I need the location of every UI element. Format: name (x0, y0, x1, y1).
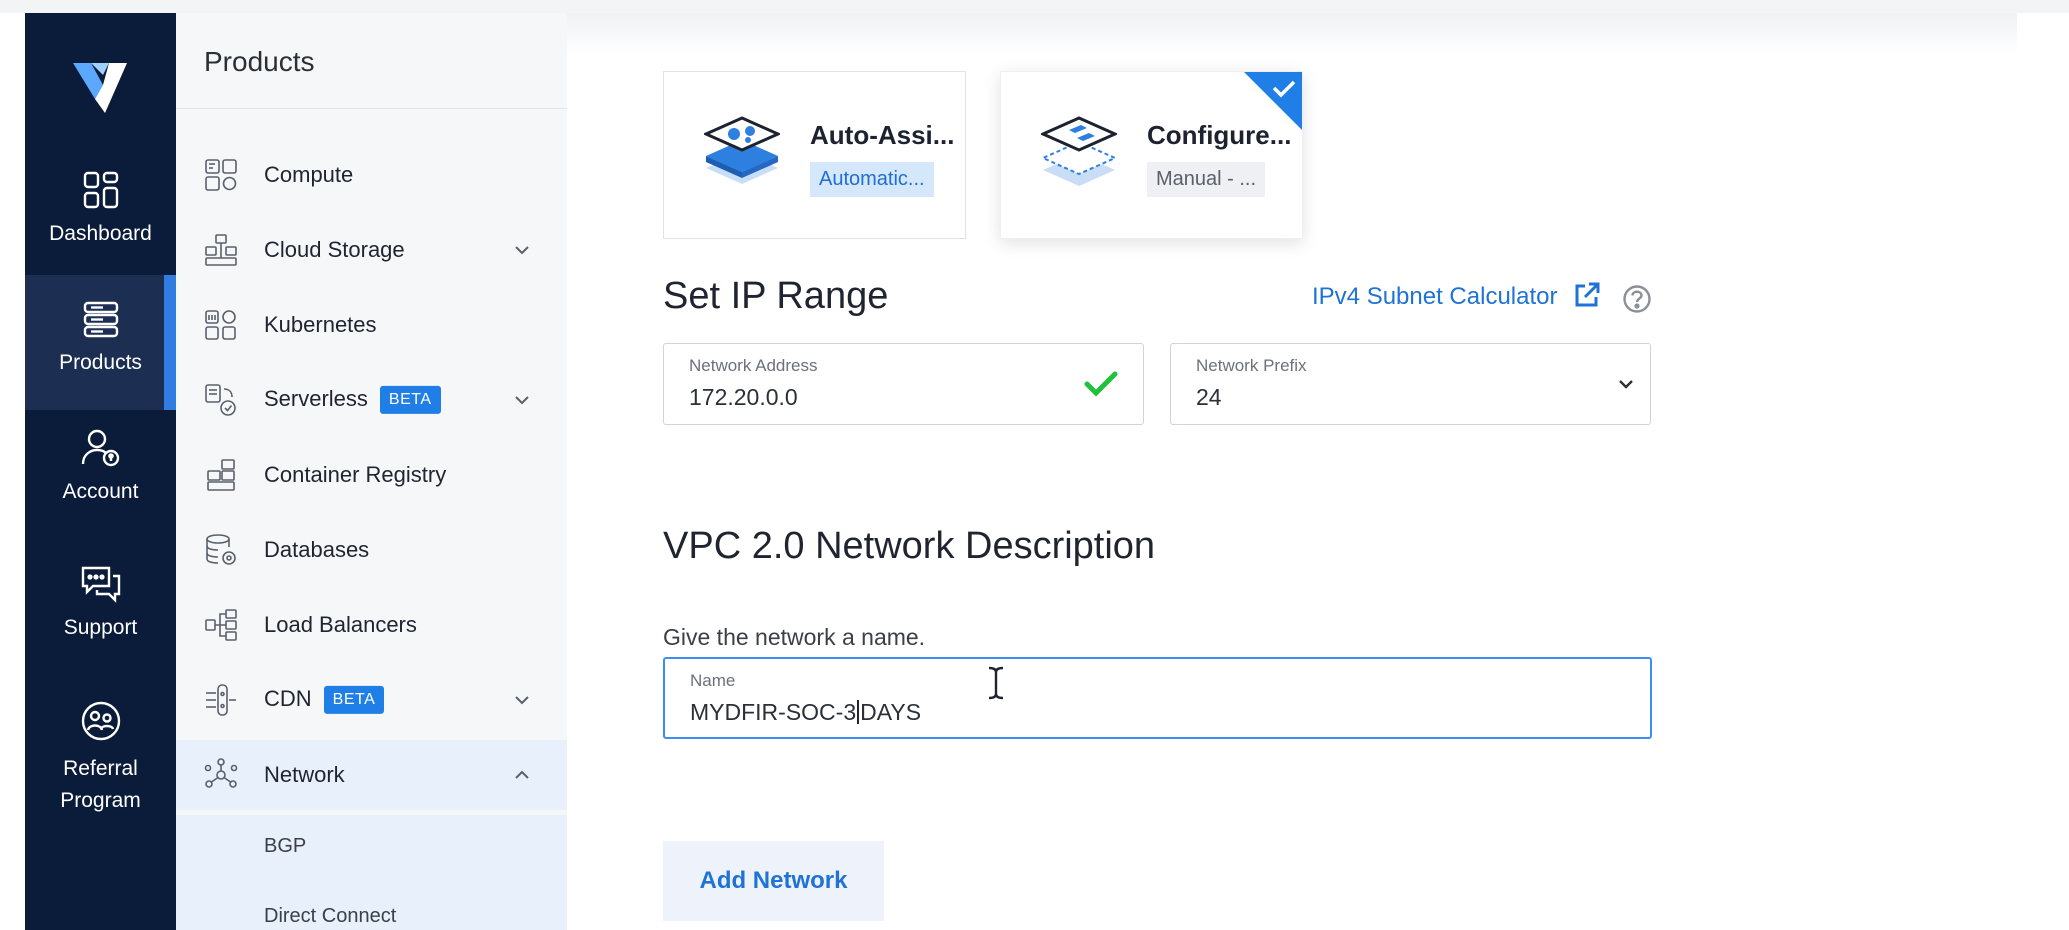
panel-item-label: CDN BETA (264, 685, 385, 715)
rail-label-products: Products (59, 351, 142, 374)
left-edge (0, 13, 25, 930)
external-link-icon[interactable] (1572, 280, 1602, 310)
panel-item-label: Cloud Storage (264, 237, 405, 262)
header-shadow (567, 13, 2017, 53)
chevron-down-icon[interactable] (513, 241, 531, 259)
name-value-after-caret: DAYS (860, 699, 922, 725)
panel-title: Products (204, 46, 315, 77)
auto-assign-icon (704, 116, 780, 184)
panel-item-label: Container Registry (264, 462, 447, 487)
cdn-icon (206, 684, 236, 716)
load-balancers-icon (205, 609, 237, 641)
ipv4-subnet-calculator-link[interactable]: IPv4 Subnet Calculator (1312, 283, 1557, 311)
referral-icon (81, 701, 120, 741)
panel-item-load-balancers[interactable]: Load Balancers (176, 590, 567, 660)
rail-label-account: Account (62, 480, 139, 503)
panel-item-network[interactable]: Network (176, 740, 567, 810)
panel-item-label: Serverless BETA (264, 385, 441, 415)
card-title: Auto-Assi... (810, 120, 955, 150)
serverless-icon (205, 384, 236, 416)
card-tag: Automatic... (810, 162, 934, 197)
panel-divider (176, 108, 567, 109)
valid-check-icon (1084, 371, 1118, 397)
chevron-down-icon (1619, 380, 1633, 389)
submenu-item-direct-connect[interactable]: Direct Connect (264, 905, 396, 928)
container-registry-icon (207, 459, 235, 491)
cloud-storage-icon (205, 234, 237, 266)
rail-item-account[interactable]: Account (25, 426, 176, 546)
name-label: Name (690, 671, 736, 690)
panel-item-label: Network (264, 762, 345, 787)
name-instruction: Give the network a name. (663, 624, 926, 650)
rail-label-dashboard: Dashboard (49, 222, 152, 245)
panel-item-kubernetes[interactable]: Kubernetes (176, 290, 567, 360)
panel-item-cdn[interactable]: CDN BETA (176, 665, 567, 735)
kubernetes-icon (205, 310, 236, 340)
beta-badge: BETA (379, 386, 441, 415)
network-prefix-label: Network Prefix (1196, 356, 1307, 375)
products-icon (83, 301, 118, 338)
cdn-label: CDN (264, 685, 312, 711)
rail-item-dashboard[interactable]: Dashboard (25, 168, 176, 288)
panel-item-container-registry[interactable]: Container Registry (176, 440, 567, 510)
panel-item-label: Kubernetes (264, 312, 377, 337)
help-icon[interactable] (1622, 284, 1652, 314)
add-network-button[interactable]: Add Network (663, 841, 884, 921)
panel-item-label: Databases (264, 537, 370, 562)
account-icon (81, 429, 119, 467)
panel-item-compute[interactable]: Compute (176, 140, 567, 210)
browser-top-strip (0, 0, 2069, 14)
network-address-value: 172.20.0.0 (689, 384, 798, 410)
rail-label-referral: Referral Program (60, 757, 141, 812)
card-tag: Manual - ... (1147, 162, 1266, 197)
text-caret (857, 700, 860, 724)
panel-item-databases[interactable]: Databases (176, 515, 567, 585)
panel-item-cloud-storage[interactable]: Cloud Storage (176, 215, 567, 285)
panel-item-label: Compute (264, 162, 354, 187)
vultr-logo[interactable] (69, 57, 131, 119)
vpc-description-heading: VPC 2.0 Network Description (663, 525, 1156, 567)
option-card-configure[interactable]: Configure... Manual - ... (1000, 71, 1303, 239)
network-prefix-select[interactable]: Network Prefix 24 (1170, 343, 1651, 425)
network-icon (204, 758, 238, 788)
databases-icon (206, 534, 236, 565)
products-panel: Products Compute Cloud Storage Kubernete… (176, 13, 568, 930)
icon-rail: Dashboard Products Account Support Refer… (25, 13, 176, 930)
ibeam-cursor-icon (988, 666, 1004, 700)
dashboard-icon (83, 171, 118, 209)
beta-badge: BETA (323, 686, 385, 715)
panel-item-serverless[interactable]: Serverless BETA (176, 365, 567, 435)
rail-label-support: Support (63, 616, 138, 639)
network-name-input[interactable]: Name MYDFIR-SOC-3 DAYS (663, 657, 1652, 739)
network-address-field[interactable]: Network Address 172.20.0.0 (663, 343, 1144, 425)
set-ip-range-heading: Set IP Range (663, 275, 889, 317)
selected-check-icon (1244, 72, 1302, 130)
submenu-item-bgp[interactable]: BGP (264, 835, 306, 858)
compute-icon (205, 159, 237, 191)
name-value-before-caret: MYDFIR-SOC-3 (690, 699, 857, 725)
rail-item-referral[interactable]: Referral Program (25, 699, 176, 849)
panel-item-label: Load Balancers (264, 612, 417, 637)
name-value: MYDFIR-SOC-3 DAYS (690, 699, 921, 726)
support-icon (81, 566, 120, 603)
chevron-down-icon[interactable] (513, 691, 531, 709)
rail-item-products[interactable]: Products (25, 275, 176, 410)
option-card-auto-assign[interactable]: Auto-Assi... Automatic... (663, 71, 966, 239)
chevron-down-icon[interactable] (513, 391, 531, 409)
serverless-label: Serverless (264, 385, 368, 411)
rail-item-support[interactable]: Support (25, 562, 176, 682)
network-address-label: Network Address (689, 356, 818, 375)
chevron-up-icon[interactable] (513, 766, 531, 784)
network-prefix-value: 24 (1196, 384, 1222, 410)
configure-icon (1041, 116, 1117, 186)
